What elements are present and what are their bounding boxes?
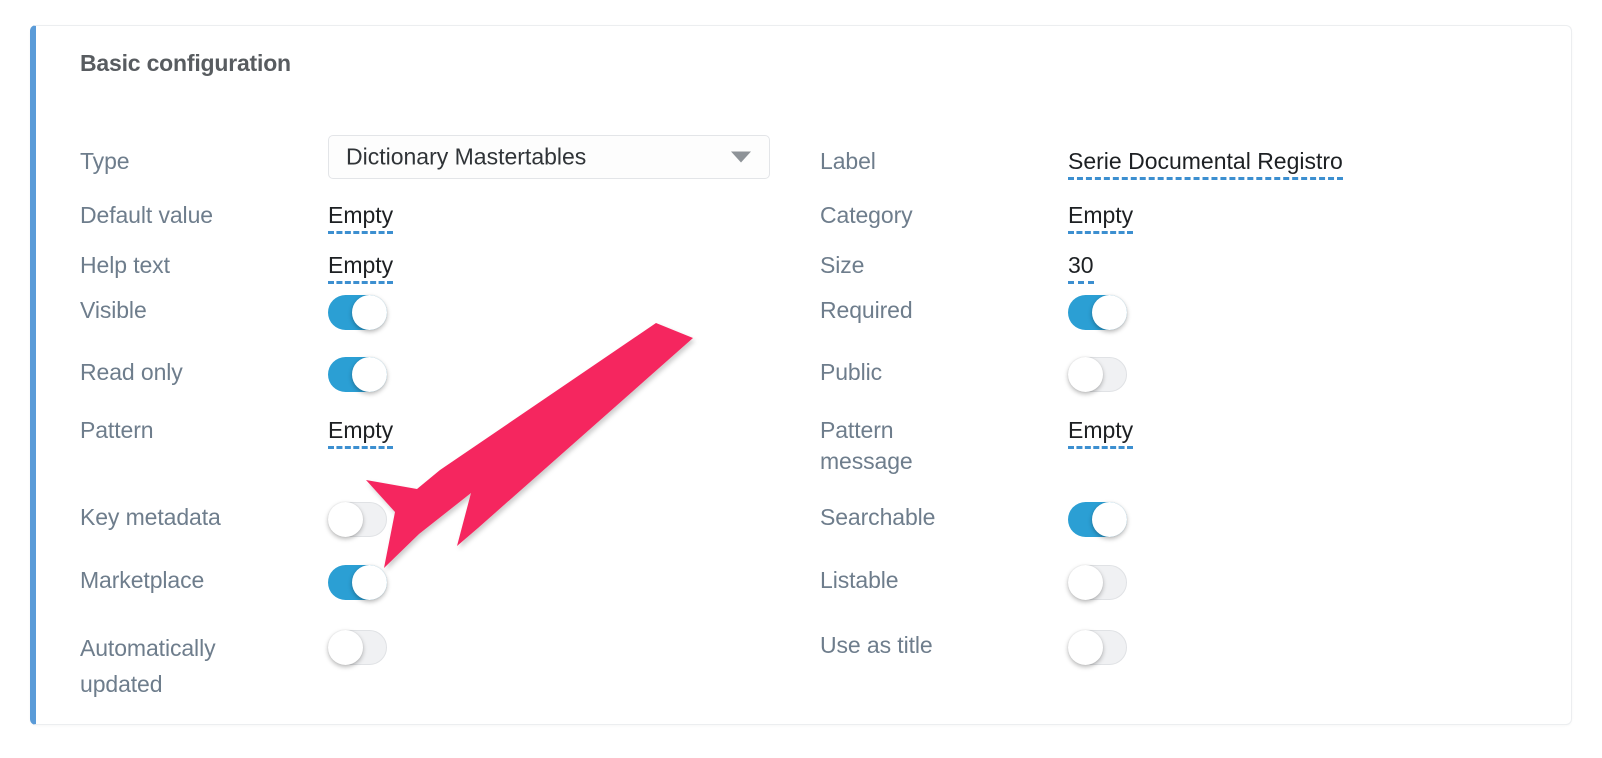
editable-value-size[interactable]: 30 bbox=[1068, 251, 1094, 284]
config-row-label: LabelSerie Documental Registro bbox=[820, 146, 1560, 180]
config-row-size: Size30 bbox=[820, 250, 1560, 284]
field-value-key-metadata bbox=[328, 502, 820, 537]
editable-value-category[interactable]: Empty bbox=[1068, 201, 1133, 234]
toggle-public[interactable] bbox=[1068, 357, 1127, 392]
type-select-value: Dictionary Mastertables bbox=[346, 142, 586, 173]
config-row-read-only: Read only bbox=[80, 357, 820, 392]
toggle-listable[interactable] bbox=[1068, 565, 1127, 600]
config-row-visible: Visible bbox=[80, 295, 820, 330]
toggle-marketplace[interactable] bbox=[328, 565, 387, 600]
config-row-help-text: Help textEmpty bbox=[80, 250, 820, 284]
chevron-down-icon bbox=[731, 152, 751, 163]
toggle-visible[interactable] bbox=[328, 295, 387, 330]
field-value-type: Dictionary Mastertables bbox=[328, 135, 820, 179]
config-row-required: Required bbox=[820, 295, 1560, 330]
field-value-size: 30 bbox=[1068, 250, 1560, 284]
toggle-key-metadata[interactable] bbox=[328, 502, 387, 537]
field-label-label: Label bbox=[820, 146, 1068, 177]
field-label-searchable: Searchable bbox=[820, 502, 1068, 533]
field-value-read-only bbox=[328, 357, 820, 392]
field-label-automatically-updated: Automatically updated bbox=[80, 630, 230, 702]
field-label-type: Type bbox=[80, 146, 328, 177]
field-label-public: Public bbox=[820, 357, 1068, 388]
field-value-help-text: Empty bbox=[328, 250, 820, 284]
editable-value-pattern[interactable]: Empty bbox=[328, 416, 393, 449]
field-label-default-value: Default value bbox=[80, 200, 328, 231]
switch-knob bbox=[1068, 565, 1103, 600]
field-label-category: Category bbox=[820, 200, 1068, 231]
config-row-listable: Listable bbox=[820, 565, 1560, 600]
toggle-searchable[interactable] bbox=[1068, 502, 1127, 537]
config-row-public: Public bbox=[820, 357, 1560, 392]
page-title: Basic configuration bbox=[80, 50, 291, 77]
config-row-pattern-message: Pattern message Empty bbox=[820, 415, 1560, 477]
switch-knob bbox=[1068, 630, 1103, 665]
config-row-automatically-updated: Automatically updated bbox=[80, 630, 820, 702]
toggle-automatically-updated[interactable] bbox=[328, 630, 387, 665]
field-value-listable bbox=[1068, 565, 1560, 600]
field-label-visible: Visible bbox=[80, 295, 328, 326]
editable-value-help-text[interactable]: Empty bbox=[328, 251, 393, 284]
config-row-marketplace: Marketplace bbox=[80, 565, 820, 600]
field-value-label: Serie Documental Registro bbox=[1068, 146, 1560, 180]
switch-knob bbox=[1092, 295, 1127, 330]
basic-configuration-card: Basic configuration Type Dictionary Maste… bbox=[30, 25, 1572, 725]
config-row-category: CategoryEmpty bbox=[820, 200, 1560, 234]
field-label-help-text: Help text bbox=[80, 250, 328, 281]
config-row-type: Type Dictionary Mastertables bbox=[80, 135, 820, 179]
switch-knob bbox=[328, 630, 363, 665]
screenshot-root: Basic configuration Type Dictionary Maste… bbox=[0, 0, 1602, 758]
editable-value-label[interactable]: Serie Documental Registro bbox=[1068, 147, 1343, 180]
config-row-key-metadata: Key metadata bbox=[80, 502, 820, 537]
field-value-required bbox=[1068, 295, 1560, 330]
switch-knob bbox=[352, 357, 387, 392]
toggle-use-as-title[interactable] bbox=[1068, 630, 1127, 665]
type-select[interactable]: Dictionary Mastertables bbox=[328, 135, 770, 179]
switch-knob bbox=[328, 502, 363, 537]
field-label-listable: Listable bbox=[820, 565, 1068, 596]
config-row-searchable: Searchable bbox=[820, 502, 1560, 537]
toggle-required[interactable] bbox=[1068, 295, 1127, 330]
field-value-default-value: Empty bbox=[328, 200, 820, 234]
config-row-default-value: Default valueEmpty bbox=[80, 200, 820, 234]
field-label-key-metadata: Key metadata bbox=[80, 502, 328, 533]
field-value-public bbox=[1068, 357, 1560, 392]
field-value-category: Empty bbox=[1068, 200, 1560, 234]
field-label-use-as-title: Use as title bbox=[820, 630, 1068, 661]
field-value-pattern-message: Empty bbox=[1068, 415, 1560, 449]
field-label-marketplace: Marketplace bbox=[80, 565, 328, 596]
switch-knob bbox=[1092, 502, 1127, 537]
field-value-visible bbox=[328, 295, 820, 330]
config-row-pattern: PatternEmpty bbox=[80, 415, 820, 449]
switch-knob bbox=[1068, 357, 1103, 392]
editable-value-pattern-message[interactable]: Empty bbox=[1068, 416, 1133, 449]
field-value-marketplace bbox=[328, 565, 820, 600]
switch-knob bbox=[352, 565, 387, 600]
field-label-size: Size bbox=[820, 250, 1068, 281]
config-row-use-as-title: Use as title bbox=[820, 630, 1560, 665]
editable-value-default-value[interactable]: Empty bbox=[328, 201, 393, 234]
toggle-read-only[interactable] bbox=[328, 357, 387, 392]
field-value-pattern: Empty bbox=[328, 415, 820, 449]
field-label-read-only: Read only bbox=[80, 357, 328, 388]
field-value-use-as-title bbox=[1068, 630, 1560, 665]
switch-knob bbox=[352, 295, 387, 330]
field-value-searchable bbox=[1068, 502, 1560, 537]
field-label-pattern: Pattern bbox=[80, 415, 328, 446]
field-label-required: Required bbox=[820, 295, 1068, 326]
field-label-pattern-message: Pattern message bbox=[820, 415, 970, 477]
field-value-automatically-updated bbox=[328, 630, 820, 665]
